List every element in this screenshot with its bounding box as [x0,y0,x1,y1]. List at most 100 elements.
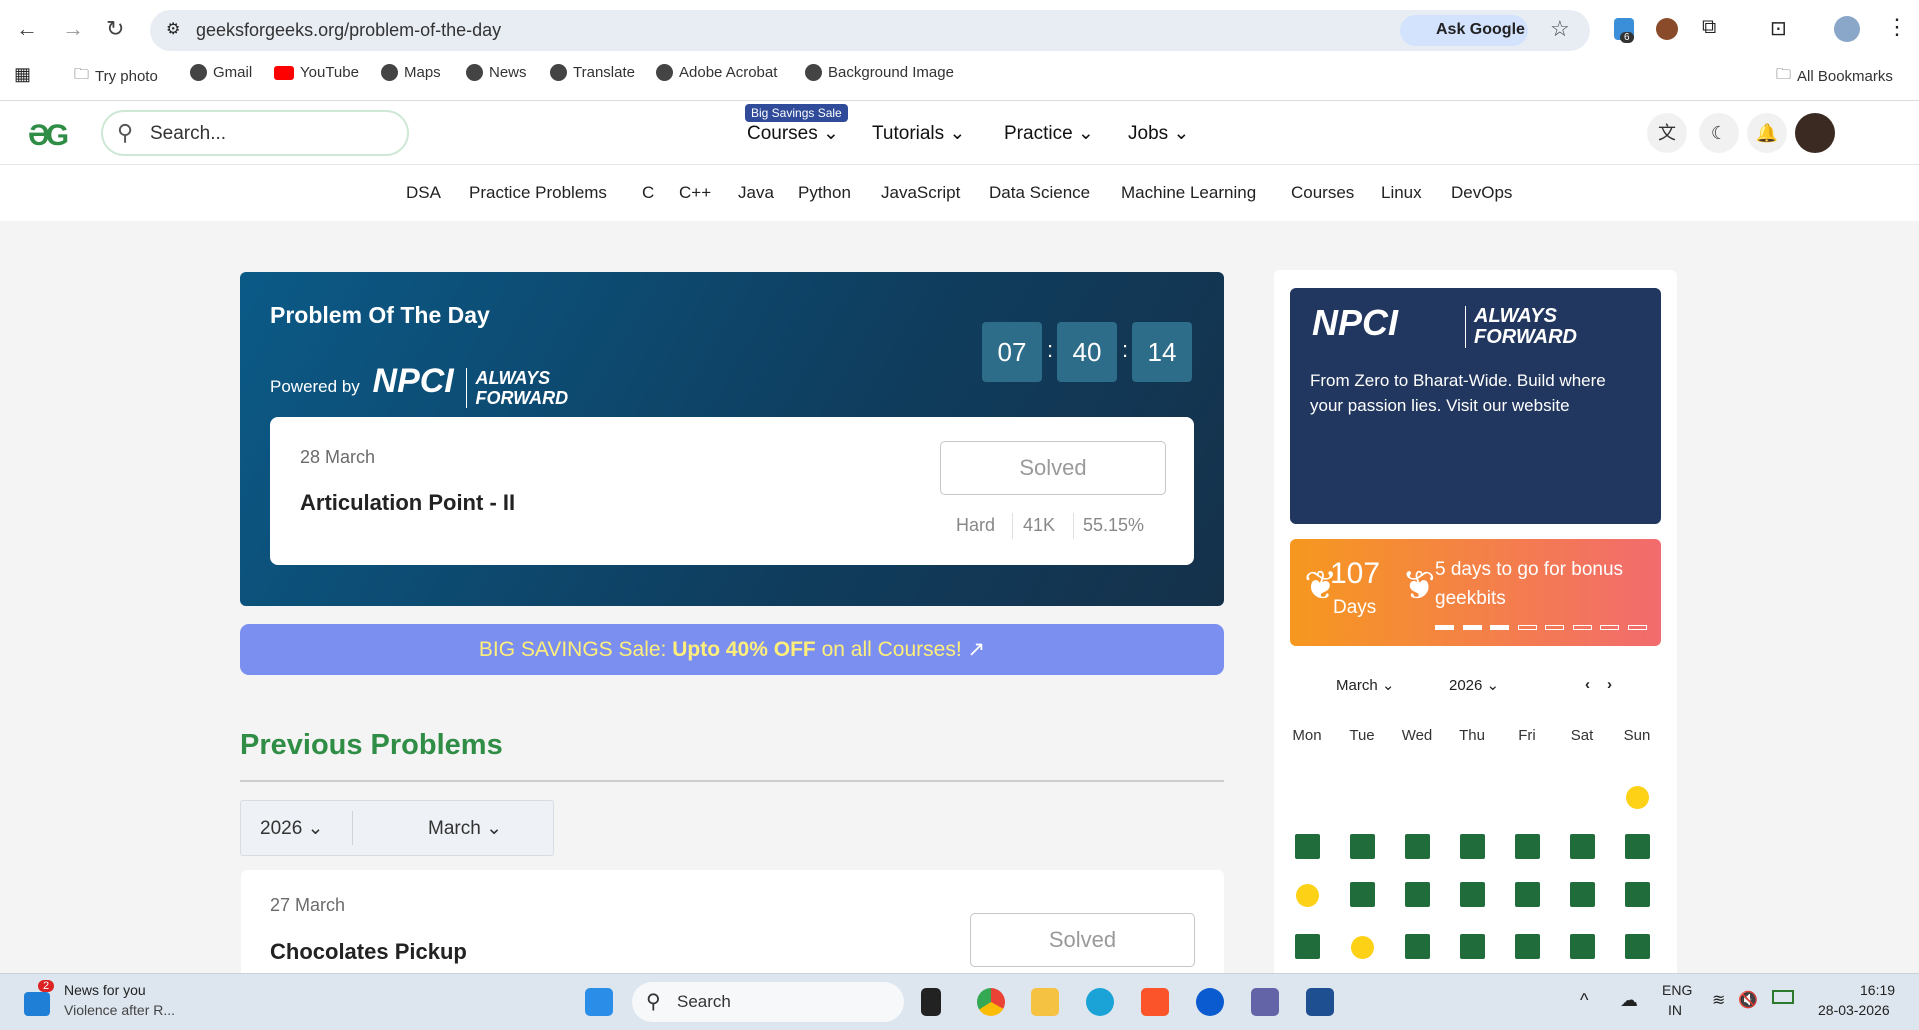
topic-c[interactable]: C [642,183,654,203]
store-icon[interactable] [1306,988,1334,1016]
calendar-day-solved[interactable] [1295,934,1320,959]
calendar-month-select[interactable]: March ⌄ [1336,676,1394,694]
all-bookmarks[interactable]: 🗀 All Bookmarks [1776,64,1893,89]
calendar-day-solved[interactable] [1625,834,1650,859]
calendar-day-solved[interactable] [1515,934,1540,959]
topic-data-science[interactable]: Data Science [989,183,1090,203]
back-icon[interactable]: ← [16,16,38,42]
windows-start-icon[interactable] [585,988,613,1016]
menu-practice[interactable]: Practice ⌄ [1004,122,1094,145]
news-widget-icon[interactable] [24,992,50,1016]
calendar-day-solved[interactable] [1515,834,1540,859]
hp-icon[interactable] [1196,988,1224,1016]
bookmark-adobe-acrobat[interactable]: Adobe Acrobat [656,64,777,81]
calendar-day-solved[interactable] [1625,882,1650,907]
bookmark-youtube[interactable]: YouTube [274,64,359,81]
calendar-year-select[interactable]: 2026 ⌄ [1449,676,1499,694]
topic-java[interactable]: Java [738,183,774,203]
calendar-day-solved[interactable] [1405,934,1430,959]
problem-title[interactable]: Chocolates Pickup [270,939,467,965]
wifi-icon[interactable]: ≋ [1712,990,1725,1010]
taskbar-search[interactable]: ⚲ Search [632,982,904,1022]
apps-grid-icon[interactable]: ▦ [14,64,31,85]
calendar-day-coin[interactable] [1296,884,1319,907]
teams-icon[interactable] [1251,988,1279,1016]
bookmark-news[interactable]: News [466,64,527,81]
language-code[interactable]: ENG [1662,982,1692,998]
menu-kebab-icon[interactable]: ⋮ [1886,14,1908,40]
region-code[interactable]: IN [1668,1002,1682,1018]
tray-chevron-icon[interactable]: ^ [1580,990,1588,1011]
calendar-day-solved[interactable] [1570,934,1595,959]
calendar-day-solved[interactable] [1350,882,1375,907]
topic-python[interactable]: Python [798,183,851,203]
sale-banner[interactable]: BIG SAVINGS Sale: Upto 40% OFF on all Co… [240,624,1224,675]
url-text[interactable]: geeksforgeeks.org/problem-of-the-day [196,20,501,41]
profile-avatar[interactable] [1834,16,1860,42]
volume-muted-icon[interactable]: 🔇 [1738,990,1758,1010]
topic-machine-learning[interactable]: Machine Learning [1121,183,1256,203]
news-title[interactable]: News for you [64,982,146,998]
calendar-day-solved[interactable] [1405,882,1430,907]
translate-icon[interactable]: 文 [1647,113,1687,153]
clock-time[interactable]: 16:19 [1860,982,1895,998]
notification-bell-icon[interactable]: 🔔 [1747,113,1787,153]
topic-javascript[interactable]: JavaScript [881,183,960,203]
calendar-day-solved[interactable] [1460,882,1485,907]
calendar-day-solved[interactable] [1625,934,1650,959]
month-select[interactable]: March ⌄ [428,817,502,840]
user-avatar[interactable] [1795,113,1835,153]
news-subtitle[interactable]: Violence after R... [64,1002,175,1018]
gfg-logo[interactable]: ƏG [28,119,69,153]
edge-icon[interactable] [1086,988,1114,1016]
calendar-day-coin[interactable] [1626,786,1649,809]
site-info-icon[interactable]: ⚙ [166,19,180,39]
file-explorer-icon[interactable] [1031,988,1059,1016]
npci-ad[interactable]: NPCI ALWAYS FORWARD From Zero to Bharat-… [1290,288,1661,524]
bookmark-try-photo[interactable]: 🗀 Try photo [74,64,158,89]
calendar-day-solved[interactable] [1295,834,1320,859]
topic-devops[interactable]: DevOps [1451,183,1512,203]
tab-search-icon[interactable]: ⊡ [1770,16,1787,41]
bookmark-gmail[interactable]: Gmail [190,64,252,81]
calendar-day-solved[interactable] [1460,934,1485,959]
menu-tutorials[interactable]: Tutorials ⌄ [872,122,965,145]
reload-icon[interactable]: ↻ [106,16,124,42]
menu-jobs[interactable]: Jobs ⌄ [1128,122,1189,145]
calendar-day-solved[interactable] [1515,882,1540,907]
extensions-puzzle-icon[interactable]: ⧉ [1702,16,1716,39]
bookmark-translate[interactable]: Translate [550,64,635,81]
topic-cpp[interactable]: C++ [679,183,711,203]
search-input[interactable]: ⚲ Search... [101,110,409,156]
calendar-next-icon[interactable]: › [1607,676,1612,693]
year-select[interactable]: 2026 ⌄ [260,817,323,840]
onedrive-icon[interactable]: ☁ [1620,990,1638,1011]
calendar-day-solved[interactable] [1405,834,1430,859]
bookmark-star-icon[interactable]: ☆ [1550,16,1570,42]
today-problem[interactable]: 28 March Articulation Point - II Solved … [270,417,1194,565]
chrome-icon[interactable] [977,988,1005,1016]
address-bar[interactable]: ⚙ geeksforgeeks.org/problem-of-the-day A… [150,10,1590,51]
calendar-day-solved[interactable] [1570,882,1595,907]
solved-button[interactable]: Solved [940,441,1166,495]
clock-date[interactable]: 28-03-2026 [1818,1002,1890,1018]
cookie-extension-icon[interactable] [1656,18,1678,40]
topic-dsa[interactable]: DSA [406,183,441,203]
bookmark-maps[interactable]: Maps [381,64,441,81]
menu-courses[interactable]: Courses ⌄ [747,122,839,145]
calendar-day-coin[interactable] [1351,936,1374,959]
app-icon[interactable] [921,988,941,1016]
forward-icon[interactable]: → [62,16,84,42]
problem-title[interactable]: Articulation Point - II [300,490,515,516]
calendar-day-solved[interactable] [1350,834,1375,859]
topic-linux[interactable]: Linux [1381,183,1422,203]
dark-mode-moon-icon[interactable]: ☾ [1699,113,1739,153]
topic-practice-problems[interactable]: Practice Problems [469,183,607,203]
ask-google-button[interactable]: Ask Google [1400,15,1528,46]
calendar-day-solved[interactable] [1570,834,1595,859]
calendar-day-solved[interactable] [1460,834,1485,859]
topic-courses[interactable]: Courses [1291,183,1354,203]
calendar-prev-icon[interactable]: ‹ [1585,676,1590,693]
battery-icon[interactable] [1772,990,1794,1004]
bookmark-background-image[interactable]: Background Image [805,64,954,81]
